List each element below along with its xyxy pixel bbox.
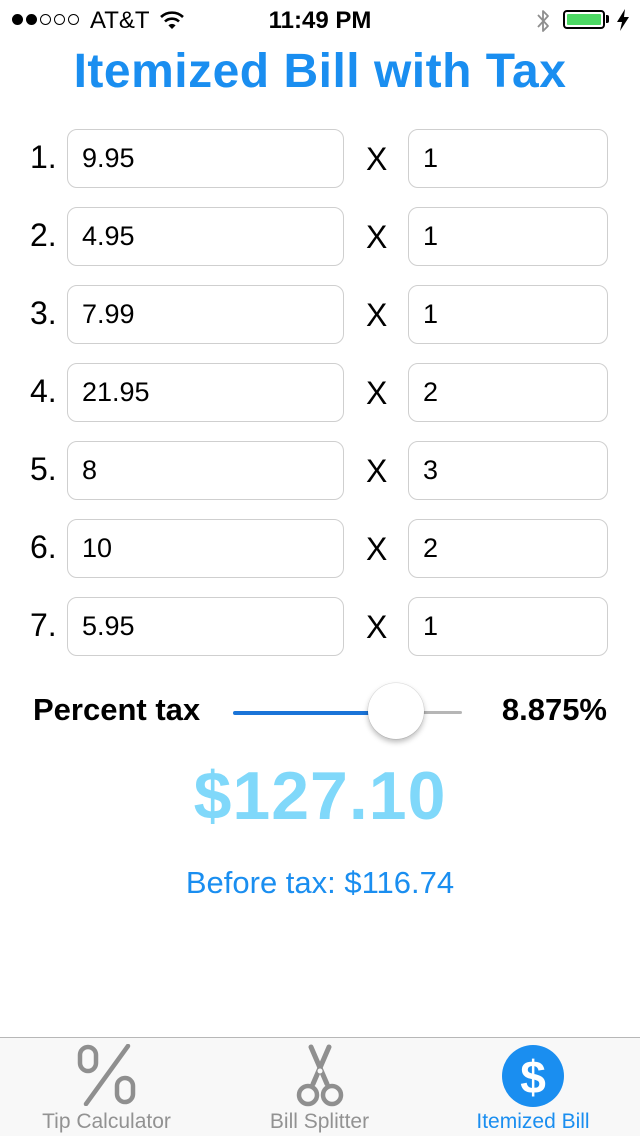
multiply-sign: X xyxy=(366,609,388,645)
multiply-sign: X xyxy=(366,219,388,255)
charging-bolt-icon xyxy=(617,9,629,31)
tab-label: Bill Splitter xyxy=(269,1110,370,1133)
multiply-sign: X xyxy=(366,531,388,567)
price-input[interactable]: 9.95 xyxy=(67,129,344,188)
quantity-input[interactable]: 2 xyxy=(408,519,608,578)
quantity-input[interactable]: 1 xyxy=(408,207,608,266)
percent-icon xyxy=(77,1044,135,1106)
quantity-input[interactable]: 1 xyxy=(408,285,608,344)
tab-label: Tip Calculator xyxy=(42,1110,171,1133)
tax-percent-value: 8.875% xyxy=(501,692,607,727)
battery-tip xyxy=(606,15,609,23)
price-input[interactable]: 21.95 xyxy=(67,363,344,422)
tax-label: Percent tax xyxy=(33,692,201,727)
svg-text:$: $ xyxy=(520,1051,546,1103)
tax-slider-thumb[interactable] xyxy=(368,683,424,739)
item-row: 7. 5.95 X 1 xyxy=(0,597,640,675)
multiply-sign: X xyxy=(366,453,388,489)
before-tax-amount: Before tax: $116.74 xyxy=(185,865,455,900)
page-title: Itemized Bill with Tax xyxy=(73,45,567,98)
quantity-input[interactable]: 1 xyxy=(408,597,608,656)
price-input[interactable]: 8 xyxy=(67,441,344,500)
price-input[interactable]: 5.95 xyxy=(67,597,344,656)
item-list: 1. 9.95 X 1 2. 4.95 X 1 3. 7.99 X 1 4. 2… xyxy=(0,129,640,675)
item-number: 5. xyxy=(30,451,57,487)
tab-bar: Tip Calculator Bill Splitter $ Itemized … xyxy=(0,1037,640,1136)
bluetooth-icon xyxy=(537,10,549,32)
item-row: 5. 8 X 3 xyxy=(0,441,640,519)
battery-icon xyxy=(563,10,605,29)
price-input[interactable]: 7.99 xyxy=(67,285,344,344)
battery-level xyxy=(567,14,601,25)
item-row: 3. 7.99 X 1 xyxy=(0,285,640,363)
item-number: 2. xyxy=(30,217,57,253)
multiply-sign: X xyxy=(366,141,388,177)
status-bar: AT&T 11:49 PM xyxy=(0,0,640,40)
total-amount: $127.10 xyxy=(193,758,447,834)
item-number: 3. xyxy=(30,295,57,331)
quantity-input[interactable]: 1 xyxy=(408,129,608,188)
multiply-sign: X xyxy=(366,375,388,411)
scissors-icon xyxy=(296,1044,343,1107)
item-number: 1. xyxy=(30,139,57,175)
multiply-sign: X xyxy=(366,297,388,333)
tab-tip-calculator[interactable]: Tip Calculator xyxy=(0,1038,213,1137)
quantity-input[interactable]: 3 xyxy=(408,441,608,500)
item-number: 6. xyxy=(30,529,57,565)
quantity-input[interactable]: 2 xyxy=(408,363,608,422)
tab-label: Itemized Bill xyxy=(476,1110,590,1133)
tab-itemized-bill[interactable]: $ Itemized Bill xyxy=(426,1038,640,1137)
tax-row: Percent tax 8.875% xyxy=(0,680,640,740)
price-input[interactable]: 10 xyxy=(67,519,344,578)
item-row: 2. 4.95 X 1 xyxy=(0,207,640,285)
item-row: 6. 10 X 2 xyxy=(0,519,640,597)
item-number: 7. xyxy=(30,607,57,643)
price-input[interactable]: 4.95 xyxy=(67,207,344,266)
item-number: 4. xyxy=(30,373,57,409)
item-row: 1. 9.95 X 1 xyxy=(0,129,640,207)
tab-bill-splitter[interactable]: Bill Splitter xyxy=(213,1038,426,1137)
item-row: 4. 21.95 X 2 xyxy=(0,363,640,441)
dollar-circle-icon: $ xyxy=(502,1045,564,1107)
